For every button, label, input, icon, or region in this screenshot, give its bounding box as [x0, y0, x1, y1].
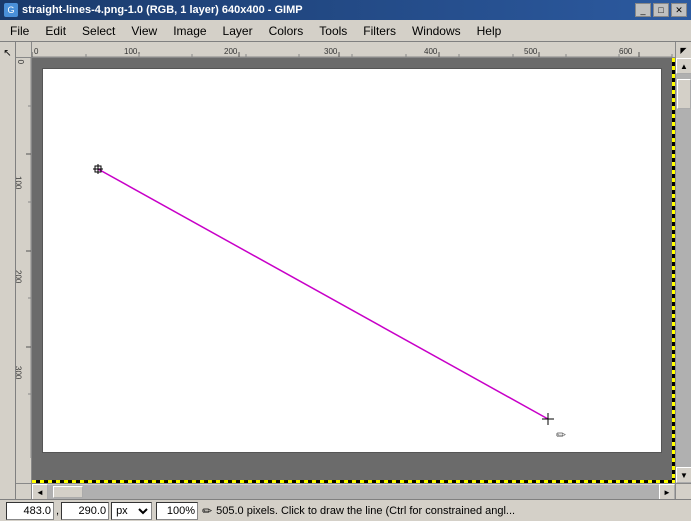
menu-item-view[interactable]: View [123, 22, 165, 40]
status-bar: , px in mm ✏ 505.0 pixels. Click to draw… [0, 499, 691, 521]
coord-x-input[interactable] [6, 502, 54, 520]
minimize-button[interactable]: _ [635, 3, 651, 17]
menu-item-file[interactable]: File [2, 22, 37, 40]
ruler-corner [16, 42, 32, 58]
zoom-input[interactable] [156, 502, 198, 520]
scroll-left-button[interactable]: ◄ [32, 484, 48, 499]
title-buttons: _ □ ✕ [635, 3, 687, 17]
main-area: ↖ 0 100 200 300 400 [0, 42, 691, 499]
scroll-track-horizontal[interactable] [48, 485, 659, 499]
pencil-icon: ✏ [202, 504, 212, 518]
canvas-scroll: 0 100 200 300 [16, 58, 691, 483]
scroll-thumb-vertical[interactable] [677, 79, 691, 109]
window-title: straight-lines-4.png-1.0 (RGB, 1 layer) … [22, 4, 303, 16]
svg-text:300: 300 [324, 47, 338, 56]
maximize-button[interactable]: □ [653, 3, 669, 17]
status-message: 505.0 pixels. Click to draw the line (Ct… [216, 505, 685, 517]
corner-btn[interactable]: ◤ [675, 42, 691, 58]
svg-text:500: 500 [524, 47, 538, 56]
svg-text:200: 200 [16, 270, 23, 284]
svg-text:200: 200 [224, 47, 238, 56]
title-bar: G straight-lines-4.png-1.0 (RGB, 1 layer… [0, 0, 691, 20]
unit-select[interactable]: px in mm [111, 502, 152, 520]
menu-item-windows[interactable]: Windows [404, 22, 469, 40]
scroll-down-button[interactable]: ▼ [676, 467, 691, 483]
canvas-outer: 0 100 200 300 400 500 600 [16, 42, 691, 499]
title-bar-left: G straight-lines-4.png-1.0 (RGB, 1 layer… [4, 3, 303, 17]
svg-text:0: 0 [34, 47, 39, 56]
bottom-area: ◄ ► [16, 483, 691, 499]
corner-br [675, 484, 691, 499]
menu-item-select[interactable]: Select [74, 22, 123, 40]
scroll-up-button[interactable]: ▲ [676, 58, 691, 74]
tool-arrow[interactable]: ↖ [1, 46, 15, 60]
corner-bl [16, 484, 32, 499]
svg-text:600: 600 [619, 47, 633, 56]
menu-item-layer[interactable]: Layer [215, 22, 261, 40]
scroll-thumb-horizontal[interactable] [53, 486, 83, 498]
menu-item-edit[interactable]: Edit [37, 22, 74, 40]
close-button[interactable]: ✕ [671, 3, 687, 17]
top-ruler-row: 0 100 200 300 400 500 600 [16, 42, 691, 58]
menu-item-help[interactable]: Help [469, 22, 510, 40]
svg-text:100: 100 [16, 176, 23, 190]
menu-bar: FileEditSelectViewImageLayerColorsToolsF… [0, 20, 691, 42]
svg-text:0: 0 [17, 59, 26, 64]
coordinate-display: , px in mm [6, 502, 152, 520]
scroll-right-button[interactable]: ► [659, 484, 675, 499]
image-canvas[interactable]: ✏ [42, 68, 662, 453]
right-scrollbar: ▲ ▼ [675, 58, 691, 483]
menu-item-filters[interactable]: Filters [355, 22, 404, 40]
canvas-area[interactable]: ✏ [32, 58, 675, 483]
gimp-icon: G [4, 3, 18, 17]
menu-item-tools[interactable]: Tools [311, 22, 355, 40]
canvas-border-right [672, 58, 675, 483]
svg-text:400: 400 [424, 47, 438, 56]
coord-y-input[interactable] [61, 502, 109, 520]
top-ruler: 0 100 200 300 400 500 600 [32, 42, 675, 57]
menu-item-colors[interactable]: Colors [261, 22, 312, 40]
svg-text:100: 100 [124, 47, 138, 56]
left-toolbar: ↖ [0, 42, 16, 499]
canvas-border-bottom [32, 480, 675, 483]
svg-text:300: 300 [16, 366, 23, 380]
coord-separator: , [56, 505, 59, 517]
menu-item-image[interactable]: Image [165, 22, 214, 40]
scroll-track-vertical[interactable] [676, 74, 691, 467]
left-ruler: 0 100 200 300 [16, 58, 32, 483]
svg-text:✏: ✏ [556, 428, 566, 442]
